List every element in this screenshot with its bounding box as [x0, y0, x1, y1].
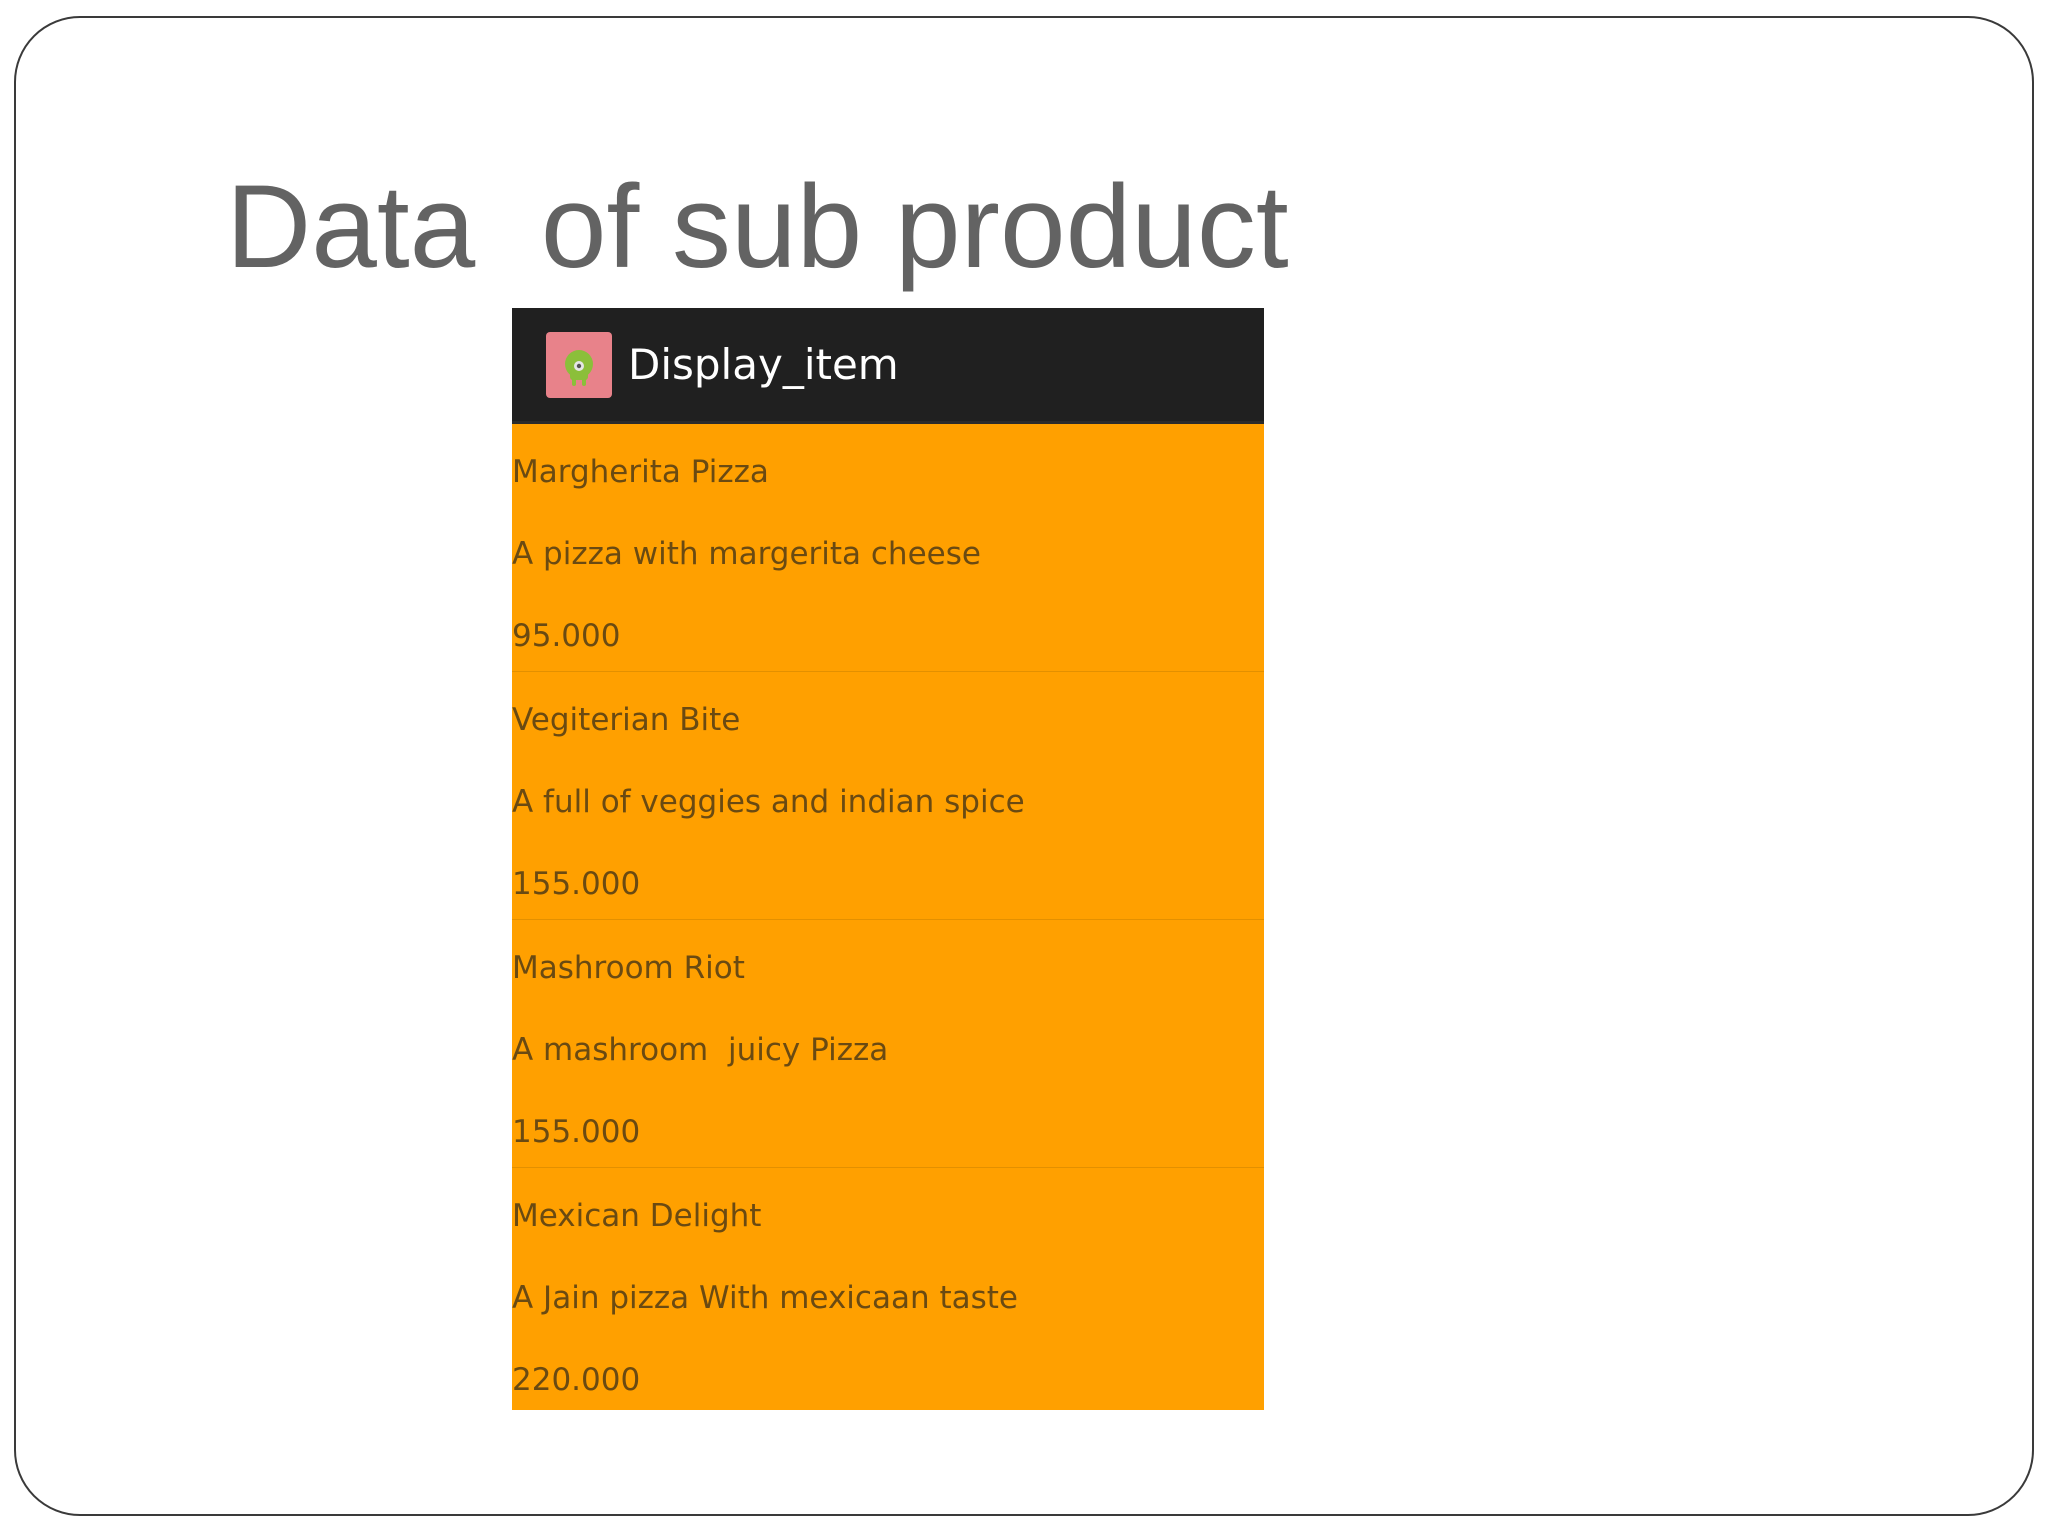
action-bar: Display_item: [512, 308, 1264, 424]
item-description: A mashroom juicy Pizza: [512, 1032, 889, 1068]
item-price: 220.000: [512, 1362, 641, 1398]
android-robot-icon: [565, 349, 593, 386]
item-name: Margherita Pizza: [512, 454, 769, 490]
app-screen: Display_item Margherita Pizza A pizza wi…: [512, 308, 1264, 1410]
item-price: 95.000: [512, 618, 621, 654]
item-price: 155.000: [512, 866, 641, 902]
list-item[interactable]: Margherita Pizza A pizza with margerita …: [512, 424, 1264, 672]
list-item[interactable]: Vegiterian Bite A full of veggies and in…: [512, 672, 1264, 920]
android-app-icon[interactable]: [546, 331, 612, 398]
list-item[interactable]: Mashroom Riot A mashroom juicy Pizza 155…: [512, 920, 1264, 1168]
item-description: A pizza with margerita cheese: [512, 536, 981, 572]
item-name: Mashroom Riot: [512, 950, 745, 986]
item-name: Vegiterian Bite: [512, 702, 741, 738]
item-description: A full of veggies and indian spice: [512, 784, 1025, 820]
item-description: A Jain pizza With mexicaan taste: [512, 1280, 1018, 1316]
slide-title: Data of sub product: [226, 161, 1289, 293]
app-title: Display_item: [628, 340, 899, 389]
list-item[interactable]: Mexican Delight A Jain pizza With mexica…: [512, 1168, 1264, 1410]
item-price: 155.000: [512, 1114, 641, 1150]
item-name: Mexican Delight: [512, 1198, 762, 1234]
product-list[interactable]: Margherita Pizza A pizza with margerita …: [512, 424, 1264, 1410]
